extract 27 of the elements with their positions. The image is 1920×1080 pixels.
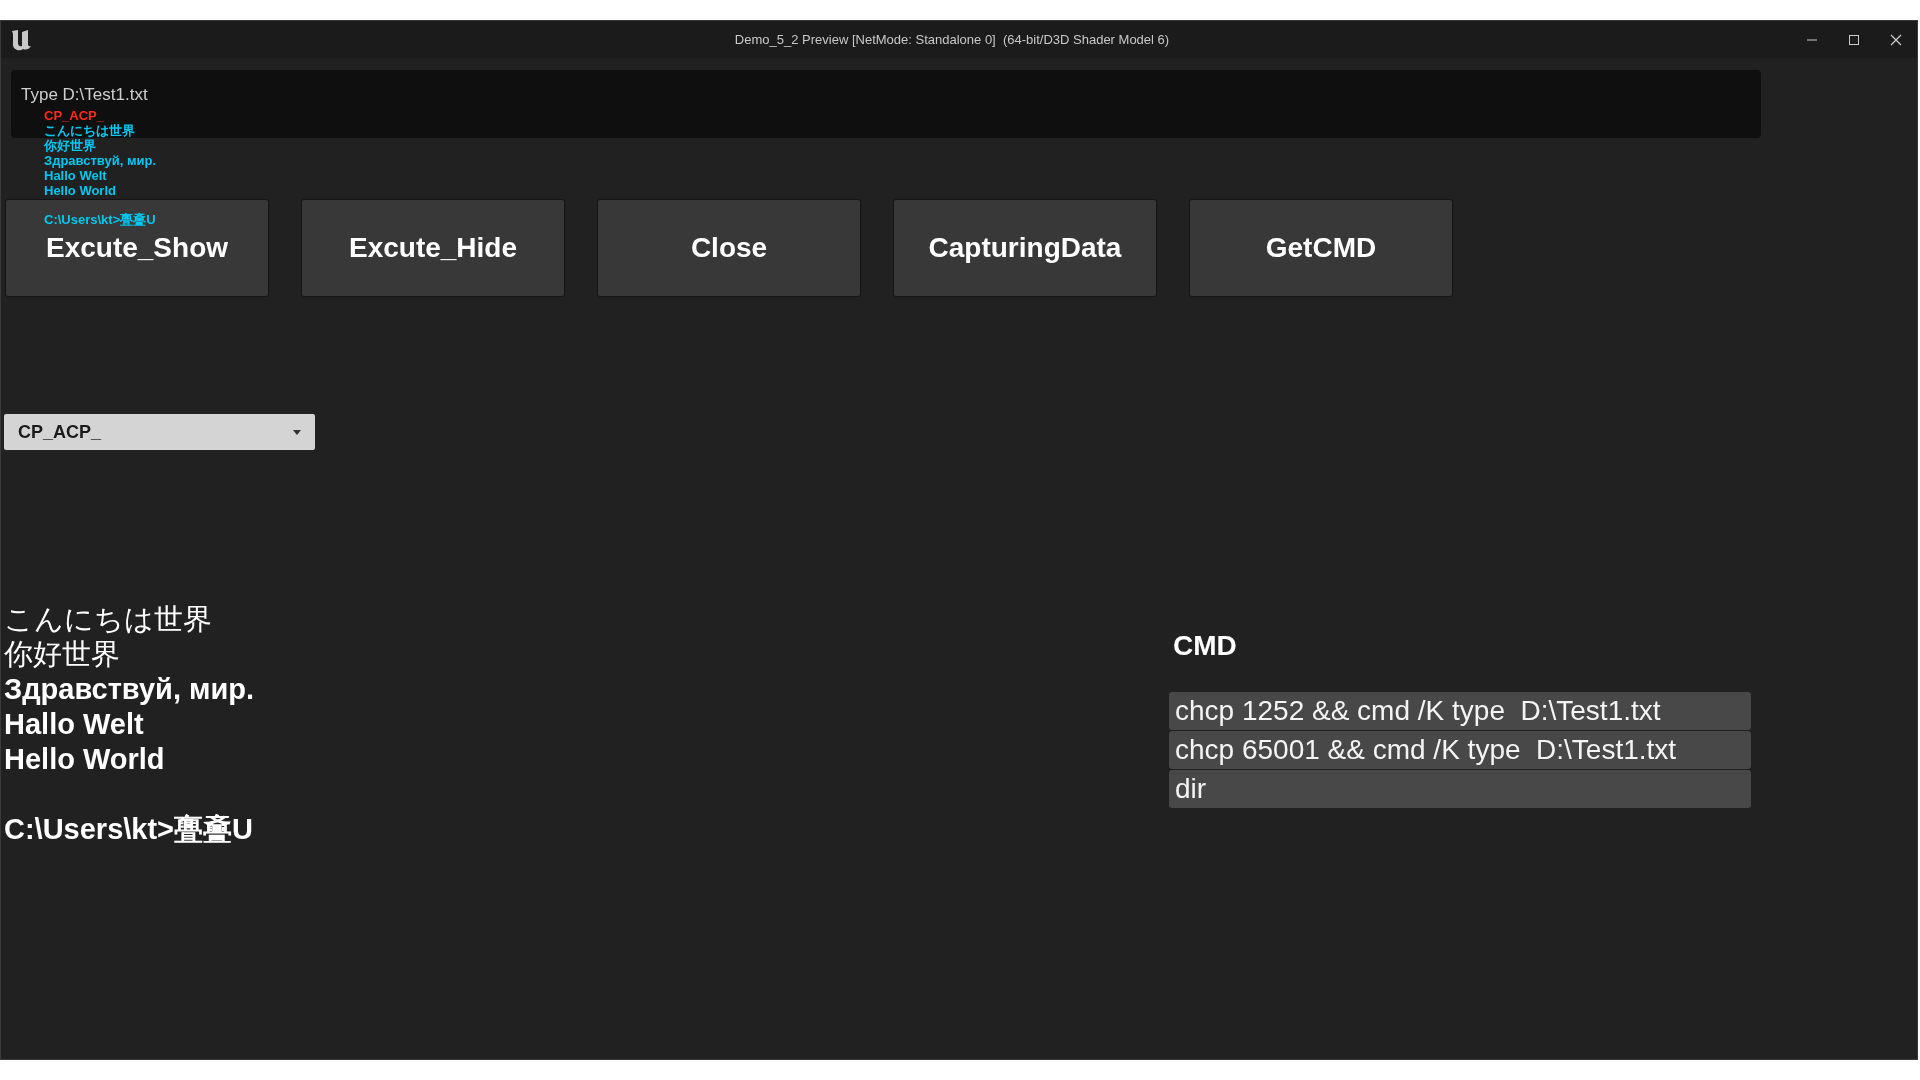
output-line: C:\Users\kt>亹斖U — [4, 812, 254, 847]
maximize-icon — [1848, 33, 1860, 46]
command-list-item[interactable]: chcp 1252 && cmd /K type D:\Test1.txt — [1169, 692, 1751, 730]
debug-log-line: CP_ACP_ — [44, 108, 105, 123]
output-line: 你好世界 — [4, 637, 121, 672]
debug-log-line: 你好世界 — [44, 138, 97, 153]
command-list-item[interactable]: chcp 65001 && cmd /K type D:\Test1.txt — [1169, 731, 1751, 769]
output-line: Hello World — [4, 742, 166, 777]
window-title: Demo_5_2 Preview [NetMode: Standalone 0] (64-bit/D3D Shader Model 6) — [733, 32, 1171, 47]
action-button[interactable]: Close — [597, 199, 861, 297]
debug-log-line: C:\Users\kt>亹斖U — [44, 212, 157, 227]
debug-log-line: こんにちは世界 — [44, 123, 136, 138]
debug-log-line: Hallo Welt — [44, 168, 108, 183]
codepage-dropdown[interactable]: CP_ACP_ — [4, 414, 315, 450]
caret-icon — [293, 429, 301, 435]
engine-logo-icon — [9, 27, 33, 52]
cmd-label: CMD — [1173, 630, 1238, 662]
action-button[interactable]: CapturingData — [893, 199, 1157, 297]
action-button[interactable]: GetCMD — [1189, 199, 1453, 297]
debug-log-line: Hello World — [44, 183, 117, 198]
debug-log-line: Здравствуй, мир. — [44, 153, 157, 168]
output-line: Здравствуй, мир. — [4, 672, 256, 707]
close-icon — [1890, 33, 1902, 46]
command-list-item[interactable]: dir — [1169, 770, 1751, 808]
output-line: Hallo Welt — [4, 707, 145, 742]
action-button[interactable]: Excute_Hide — [301, 199, 565, 297]
output-line: こんにちは世界 — [4, 602, 213, 637]
